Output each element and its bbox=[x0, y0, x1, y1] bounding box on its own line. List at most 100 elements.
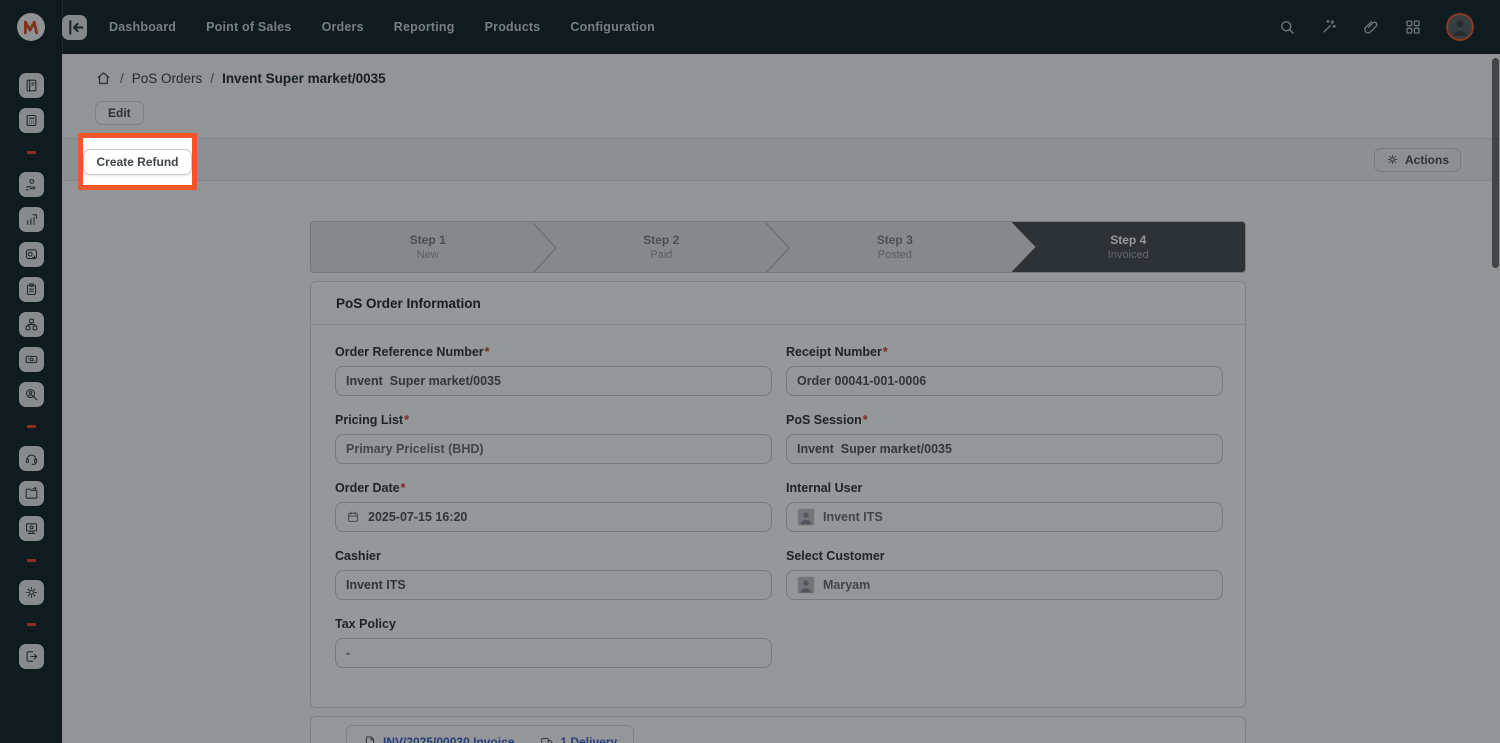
sidebar-item-journal[interactable] bbox=[19, 73, 44, 98]
field-pos-session: PoS Session* Invent Super market/0035 bbox=[786, 413, 1223, 464]
sidebar-section-marker bbox=[27, 425, 36, 428]
step-subtitle: Paid bbox=[650, 249, 672, 261]
delivery-icon bbox=[540, 735, 554, 743]
sidebar-item-search-user[interactable] bbox=[19, 382, 44, 407]
sidebar-item-gear[interactable] bbox=[19, 580, 44, 605]
logout-icon bbox=[24, 649, 39, 664]
search-icon[interactable] bbox=[1278, 18, 1296, 36]
field-input-pos-session[interactable]: Invent Super market/0035 bbox=[786, 434, 1223, 464]
step-1-new[interactable]: Step 1New bbox=[311, 222, 545, 272]
sidebar-section-marker bbox=[27, 151, 36, 154]
field-receipt-number: Receipt Number*Order 00041-001-0006 bbox=[786, 345, 1223, 396]
actions-button[interactable]: Actions bbox=[1374, 148, 1461, 172]
scale-plus-icon bbox=[24, 247, 39, 262]
field-input-select-customer[interactable]: Maryam bbox=[786, 570, 1223, 600]
field-input-internal-user[interactable]: Invent ITS bbox=[786, 502, 1223, 532]
hand-coin-icon bbox=[24, 177, 39, 192]
field-label: Order Reference Number* bbox=[335, 345, 772, 359]
app-logo[interactable] bbox=[17, 13, 45, 41]
field-cashier: Cashier Invent ITS bbox=[335, 549, 772, 600]
step-chevron-separator bbox=[765, 222, 791, 273]
sidebar-item-headset[interactable] bbox=[19, 446, 44, 471]
navbar-right bbox=[1278, 13, 1474, 41]
boxes-icon bbox=[24, 317, 39, 332]
sidebar-item-cash[interactable] bbox=[19, 347, 44, 372]
step-2-paid[interactable]: Step 2 Paid bbox=[545, 222, 779, 272]
clipboard-icon bbox=[24, 282, 39, 297]
field-label: Cashier bbox=[335, 549, 772, 563]
required-asterisk: * bbox=[485, 345, 490, 359]
field-label: PoS Session* bbox=[786, 413, 1223, 427]
sidebar-item-chart-growth[interactable] bbox=[19, 207, 44, 232]
edit-button[interactable]: Edit bbox=[95, 101, 144, 125]
menu-item-products[interactable]: Products bbox=[485, 20, 541, 34]
required-asterisk: * bbox=[863, 413, 868, 427]
field-label: Order Date* bbox=[335, 481, 772, 495]
menu-item-orders[interactable]: Orders bbox=[322, 20, 364, 34]
smart-button-inv-2025-00030-invoice[interactable]: INV/2025/00030 Invoice bbox=[363, 735, 514, 743]
field-pricing-list: Pricing List* Primary Pricelist (BHD) bbox=[335, 413, 772, 464]
status-step-bar: Step 1New Step 2 Paid Step 3PostedStep 4Inv… bbox=[310, 221, 1246, 273]
field-input-order-reference-number[interactable]: Invent Super market/0035 bbox=[335, 366, 772, 396]
field-input-order-date[interactable]: 2025-07-15 16:20 bbox=[335, 502, 772, 532]
field-input-tax-policy[interactable]: - bbox=[335, 638, 772, 668]
user-avatar[interactable] bbox=[1446, 13, 1474, 41]
menu-item-point-of-sales[interactable]: Point of Sales bbox=[206, 20, 291, 34]
breadcrumb-current: Invent Super market/0035 bbox=[222, 71, 386, 86]
smart-button-1-delivery[interactable]: 1 Delivery bbox=[540, 735, 617, 743]
field-value: Invent ITS bbox=[823, 510, 883, 524]
magic-wand-icon[interactable] bbox=[1320, 18, 1338, 36]
collapse-icon bbox=[62, 15, 87, 40]
cash-icon bbox=[24, 352, 39, 367]
required-asterisk: * bbox=[404, 413, 409, 427]
field-input-pricing-list[interactable]: Primary Pricelist (BHD) bbox=[335, 434, 772, 464]
sidebar-section-marker bbox=[27, 623, 36, 626]
actions-button-label: Actions bbox=[1405, 153, 1449, 167]
field-value: 2025-07-15 16:20 bbox=[368, 510, 467, 524]
menu-item-reporting[interactable]: Reporting bbox=[394, 20, 455, 34]
step-3-posted[interactable]: Step 3Posted bbox=[778, 222, 1012, 272]
file-icon bbox=[363, 735, 377, 743]
form-grid: Order Reference Number* Invent Super mark… bbox=[311, 325, 1245, 668]
breadcrumb-pos-orders[interactable]: PoS Orders bbox=[132, 71, 203, 86]
sidebar-item-boxes[interactable] bbox=[19, 312, 44, 337]
home-icon[interactable] bbox=[95, 70, 112, 87]
vertical-scrollbar[interactable] bbox=[1490, 54, 1500, 743]
sidebar-item-hand-coin[interactable] bbox=[19, 172, 44, 197]
step-title: Step 2 bbox=[643, 233, 679, 247]
required-asterisk: * bbox=[401, 481, 406, 495]
sidebar-item-logout[interactable] bbox=[19, 644, 44, 669]
paperclip-icon[interactable] bbox=[1362, 18, 1380, 36]
breadcrumb-separator: / bbox=[210, 71, 214, 86]
field-internal-user: Internal User Invent ITS bbox=[786, 481, 1223, 532]
search-user-icon bbox=[24, 387, 39, 402]
create-refund-button[interactable]: Create Refund bbox=[83, 149, 191, 175]
field-input-cashier[interactable]: Invent ITS bbox=[335, 570, 772, 600]
left-sidebar bbox=[0, 54, 62, 743]
field-label: Pricing List* bbox=[335, 413, 772, 427]
field-input-receipt-number[interactable]: Order 00041-001-0006 bbox=[786, 366, 1223, 396]
scrollbar-thumb[interactable] bbox=[1492, 58, 1499, 268]
menu-item-dashboard[interactable]: Dashboard bbox=[109, 20, 176, 34]
field-order-reference-number: Order Reference Number* Invent Super mark… bbox=[335, 345, 772, 396]
field-value: Primary Pricelist (BHD) bbox=[346, 442, 484, 456]
sidebar-collapse-button[interactable] bbox=[62, 15, 87, 40]
field-label: Internal User bbox=[786, 481, 1223, 495]
avatar-placeholder-icon bbox=[797, 576, 815, 594]
sidebar-item-calculator[interactable] bbox=[19, 108, 44, 133]
sidebar-item-monitor-cash[interactable] bbox=[19, 516, 44, 541]
field-tax-policy: Tax Policy- bbox=[335, 617, 772, 668]
sidebar-item-scale-plus[interactable] bbox=[19, 242, 44, 267]
edit-row: Edit bbox=[95, 101, 1500, 125]
panel-header: PoS Order Information bbox=[311, 282, 1245, 325]
field-value: Invent Super market/0035 bbox=[797, 442, 952, 456]
action-toolbar: Actions bbox=[62, 138, 1500, 181]
sidebar-item-clipboard[interactable] bbox=[19, 277, 44, 302]
step-title: Step 1 bbox=[410, 233, 446, 247]
apps-grid-icon[interactable] bbox=[1404, 18, 1422, 36]
field-value: Order 00041-001-0006 bbox=[797, 374, 926, 388]
field-value: Invent ITS bbox=[346, 578, 406, 592]
menu-item-configuration[interactable]: Configuration bbox=[570, 20, 655, 34]
sidebar-item-folder-doc[interactable] bbox=[19, 481, 44, 506]
step-4-invoiced[interactable]: Step 4Invoiced bbox=[1012, 222, 1246, 272]
